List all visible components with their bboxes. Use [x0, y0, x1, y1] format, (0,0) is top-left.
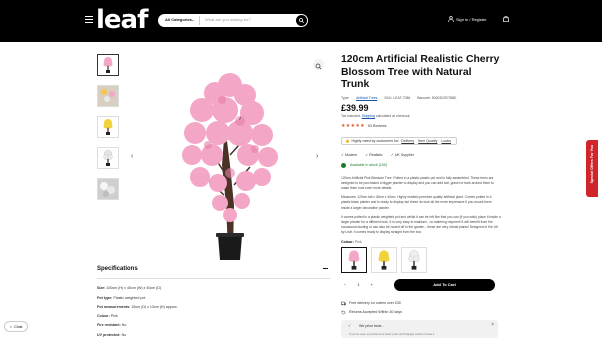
notice-text: If you've seen a product at a lower pric…	[349, 331, 435, 336]
review-count[interactable]: 53 Reviews	[368, 124, 387, 128]
collapse-icon[interactable]	[323, 268, 328, 269]
colour-swatches	[341, 246, 501, 273]
returns-info: Returns Accepted Within 30 days	[341, 310, 501, 315]
chat-button[interactable]: ○ Chat	[4, 321, 28, 332]
search-divider	[199, 16, 200, 25]
check-icon: ✓	[348, 322, 352, 328]
thumbnail-1[interactable]	[97, 54, 119, 76]
feature-item: ✓ UK Supplier	[390, 152, 415, 157]
notice-title: We price beat...	[359, 323, 385, 328]
product-meta: Type: Artificial Trees SKU: LEAF-7086 Ba…	[341, 95, 457, 100]
product-main-image[interactable]	[130, 55, 330, 265]
tax-note: Tax included. Shipping calculated at che…	[341, 113, 411, 118]
check-circle-icon	[341, 162, 346, 168]
thumbnail-4[interactable]	[97, 147, 119, 169]
spec-row: Size: 100cm (H) x 40cm (W) x 40cm (D)	[97, 286, 162, 291]
search-icon	[299, 18, 304, 23]
quantity-stepper[interactable]: − 1 +	[341, 282, 376, 287]
spec-row: Pot measurements: 15cm (D) x 13cm (H) ap…	[97, 304, 178, 309]
add-to-cart-button[interactable]: Add To Cart	[394, 278, 495, 291]
signin-link[interactable]: Sign in / Register	[456, 17, 486, 22]
feature-item: ✓ Modern	[341, 152, 358, 157]
product-description: 120cm Artificial Pink Blossom Tree. Pott…	[341, 175, 501, 235]
thumbs-up-icon: 👍	[345, 138, 350, 143]
thumbnail-2[interactable]	[97, 85, 119, 107]
thumbnail-list	[97, 54, 121, 209]
search-button[interactable]	[296, 15, 307, 26]
shipping-link[interactable]: Shipping	[362, 114, 375, 118]
decrease-quantity-button[interactable]: −	[344, 282, 346, 287]
chat-icon: ○	[9, 324, 12, 329]
feature-item: ✓ Realistic	[365, 152, 383, 157]
menu-icon[interactable]	[85, 16, 93, 24]
product-info: 120cm Artificial Realistic Cherry Blosso…	[341, 54, 501, 338]
user-icon[interactable]	[448, 16, 454, 22]
basket-icon[interactable]	[503, 16, 509, 22]
sku: SKU: LEAF-7086	[384, 95, 411, 100]
next-image-arrow[interactable]: ›	[316, 153, 318, 160]
thumbnail-5[interactable]	[97, 178, 119, 200]
zoom-button[interactable]	[313, 59, 324, 70]
delivery-info: Free delivery on orders over £30	[341, 301, 501, 306]
divider	[97, 278, 330, 279]
thumbnail-3[interactable]	[97, 116, 119, 138]
specifications-section: Specifications Size: 100cm (H) x 40cm (W…	[97, 266, 330, 337]
spec-row: Fire resistant: No	[97, 323, 127, 328]
product-price: £39.99	[341, 102, 369, 113]
cart-row: − 1 + Add To Cart	[341, 278, 501, 291]
rating-row[interactable]: ★★★★★ 53 Reviews	[341, 123, 501, 129]
highly-rated-badge: 👍 Highly rated by customers for: Deliver…	[341, 136, 457, 145]
site-logo[interactable]: leaf	[96, 5, 148, 35]
spec-row: UV protected: No	[97, 332, 127, 337]
product-type-link[interactable]: Artificial Trees	[356, 96, 377, 100]
barcode: Barcode: 5060322573580	[417, 95, 457, 100]
swatch-pink[interactable]	[341, 246, 367, 273]
increase-quantity-button[interactable]: +	[371, 282, 373, 287]
colour-label: Colour: Pink	[341, 239, 362, 244]
search-input[interactable]: What are you looking for?	[205, 17, 251, 22]
category-select[interactable]: All Categories	[165, 17, 192, 22]
swatch-yellow[interactable]	[371, 246, 397, 273]
product-title: 120cm Artificial Realistic Cherry Blosso…	[341, 54, 500, 90]
close-icon[interactable]: ×	[491, 322, 494, 328]
chevron-down-icon: ⌄	[191, 17, 195, 22]
search-bar[interactable]: All Categories ⌄ What are you looking fo…	[158, 14, 308, 27]
quantity-value[interactable]: 1	[357, 282, 359, 287]
spec-row: Colour: Pink	[97, 314, 118, 319]
stock-status: Available in stock (100)	[341, 162, 501, 168]
swatch-white[interactable]	[401, 246, 427, 273]
spec-row: Pot type: Plastic weighted pot	[97, 295, 146, 300]
zoom-icon	[315, 63, 322, 70]
previous-image-arrow[interactable]: ‹	[131, 153, 133, 160]
feature-list: ✓ Modern ✓ Realistic ✓ UK Supplier	[341, 153, 501, 157]
site-header: leaf All Categories ⌄ What are you looki…	[0, 0, 602, 42]
truck-icon	[341, 301, 346, 306]
price-beat-notice: ✓ We price beat... If you've seen a prod…	[341, 319, 498, 338]
star-rating-icon: ★★★★★	[341, 122, 365, 129]
returns-icon	[341, 310, 346, 314]
special-offers-tab[interactable]: Special Offers For You	[586, 140, 598, 197]
